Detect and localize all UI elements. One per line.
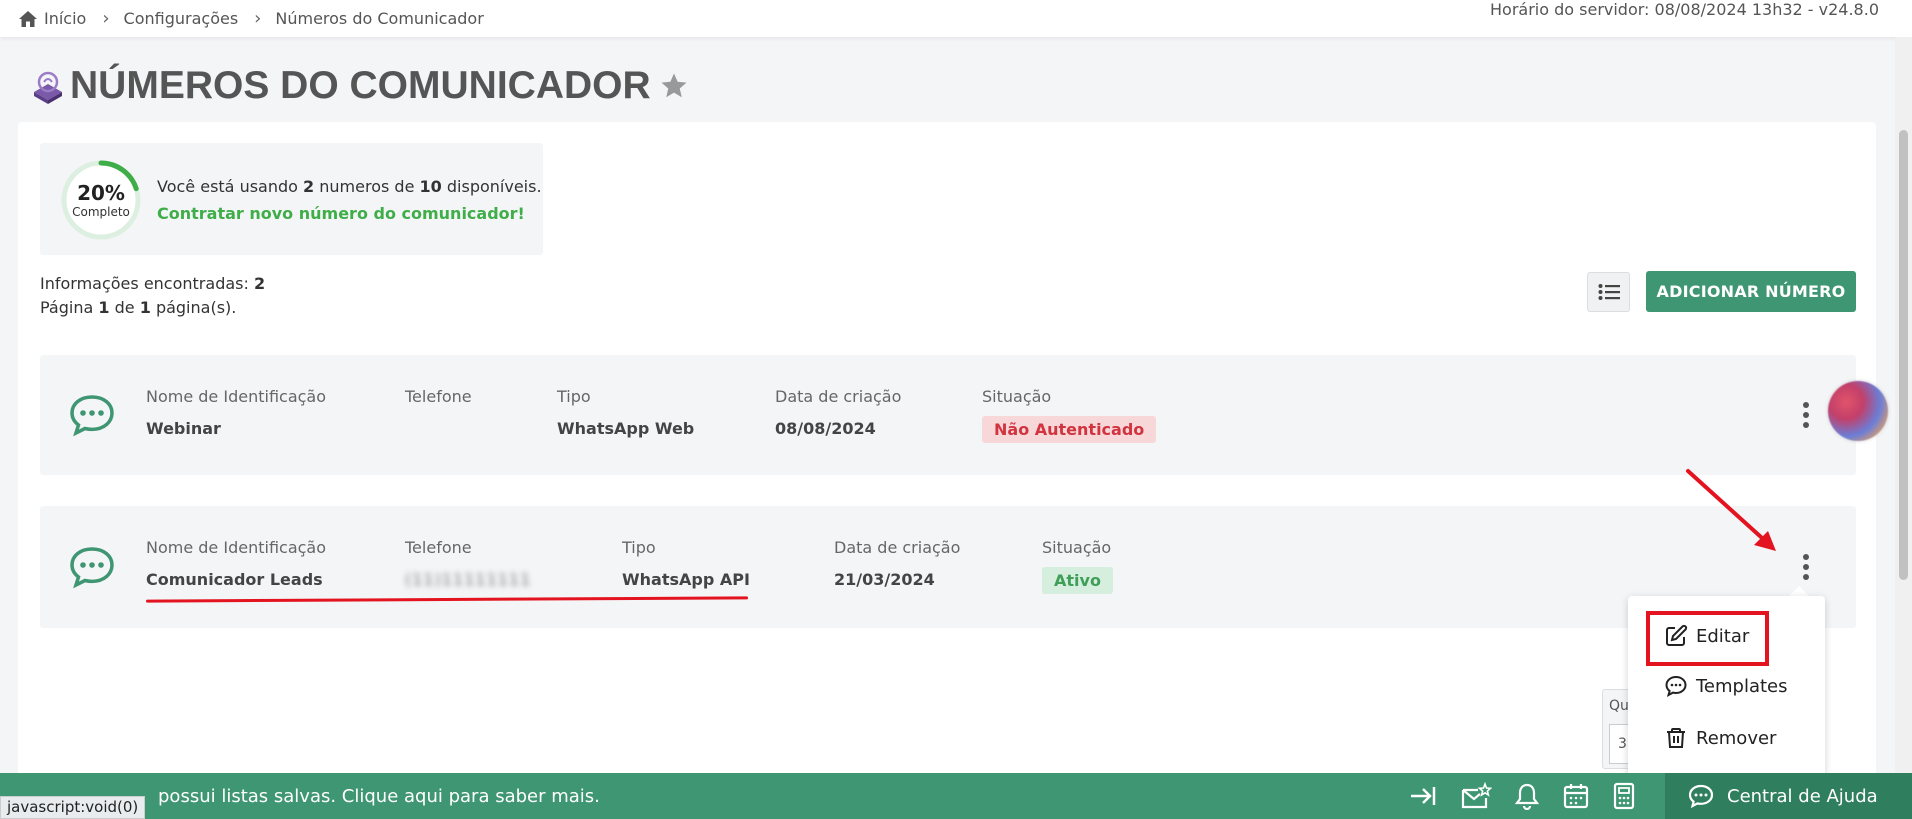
breadcrumb: Início › Configurações › Números do Comu… — [18, 8, 484, 29]
scrollbar-thumb[interactable] — [1899, 130, 1908, 580]
calculator-icon[interactable] — [1612, 782, 1636, 810]
field-phone: Telefone — [405, 387, 472, 406]
number-name: Webinar — [146, 419, 221, 438]
number-created: 08/08/2024 — [775, 419, 876, 438]
usage-percent: 20% — [77, 181, 125, 205]
chat-bubble-icon — [70, 547, 114, 589]
number-name: Comunicador Leads — [146, 570, 323, 589]
breadcrumb-current: Números do Comunicador — [275, 9, 484, 28]
chevron-right-icon: › — [254, 8, 262, 29]
breadcrumb-home-label: Início — [44, 9, 87, 28]
menu-item-templates[interactable]: Templates — [1664, 674, 1788, 698]
field-status: Situação Ativo — [1042, 538, 1113, 594]
breadcrumb-settings[interactable]: Configurações — [124, 9, 239, 28]
breadcrumb-home[interactable]: Início — [18, 9, 86, 28]
mail-star-icon[interactable] — [1460, 782, 1492, 810]
list-icon — [1598, 284, 1620, 300]
usage-used-count: 2 — [303, 177, 315, 196]
page-current: 1 — [98, 298, 110, 317]
page-total: 1 — [139, 298, 151, 317]
number-type: WhatsApp API — [622, 570, 750, 589]
found-label: Informações encontradas: — [40, 274, 249, 293]
bottom-toolbar — [1408, 773, 1636, 819]
found-count: 2 — [253, 274, 266, 293]
menu-item-templates-label: Templates — [1696, 675, 1788, 697]
bell-icon[interactable] — [1514, 782, 1540, 810]
server-time: Horário do servidor: 08/08/2024 13h32 - … — [1490, 0, 1879, 19]
chat-dots-icon — [1665, 675, 1687, 697]
star-icon[interactable] — [659, 71, 689, 101]
table-row: Nome de Identificação Comunicador Leads … — [40, 506, 1856, 628]
usage-total-count: 10 — [419, 177, 442, 196]
field-name: Nome de Identificação Comunicador Leads — [146, 538, 327, 589]
row-actions-button[interactable] — [1796, 549, 1816, 585]
usage-complete-label: Completo — [72, 205, 130, 219]
field-phone: Telefone (11)11111111 — [405, 538, 532, 589]
add-number-button[interactable]: ADICIONAR NÚMERO — [1646, 271, 1856, 312]
number-created: 21/03/2024 — [834, 570, 935, 589]
page-header: NÚMEROS DO COMUNICADOR — [30, 64, 689, 108]
row-actions-button[interactable] — [1796, 397, 1816, 433]
annotation-highlight-box — [1646, 611, 1769, 666]
help-center-label: Central de Ajuda — [1727, 785, 1878, 807]
list-view-button[interactable] — [1587, 272, 1630, 312]
hire-number-link[interactable]: Contratar novo número do comunicador! — [157, 204, 525, 223]
annotation-arrow — [1686, 469, 1776, 551]
page-title: NÚMEROS DO COMUNICADOR — [70, 64, 651, 107]
dropdown-pointer — [1789, 586, 1809, 596]
field-created: Data de criação 21/03/2024 — [834, 538, 961, 589]
usage-summary: 20% Completo Você está usando 2 numeros … — [40, 143, 543, 255]
status-badge: Ativo — [1042, 567, 1113, 594]
trash-icon — [1667, 728, 1685, 748]
field-type: Tipo WhatsApp Web — [557, 387, 695, 438]
number-type: WhatsApp Web — [557, 419, 695, 438]
number-phone: (11)11111111 — [405, 570, 532, 589]
field-name: Nome de Identificação Webinar — [146, 387, 327, 438]
bottom-bar: possui listas salvas. Clique aqui para s… — [0, 773, 1912, 819]
results-info: Informações encontradas: 2 Página 1 de 1… — [40, 274, 266, 317]
calendar-icon[interactable] — [1562, 782, 1590, 810]
help-center-button[interactable]: Central de Ajuda — [1665, 773, 1912, 819]
saved-lists-message[interactable]: possui listas salvas. Clique aqui para s… — [158, 786, 600, 807]
top-bar: Início › Configurações › Números do Comu… — [0, 0, 1912, 37]
user-avatar[interactable] — [1828, 381, 1888, 441]
field-type: Tipo WhatsApp API — [622, 538, 750, 589]
menu-item-remove-label: Remover — [1696, 727, 1777, 749]
field-created: Data de criação 08/08/2024 — [775, 387, 902, 438]
collapse-right-icon[interactable] — [1408, 783, 1438, 809]
status-url: javascript:void(0) — [0, 796, 146, 819]
field-status: Situação Não Autenticado — [982, 387, 1157, 443]
table-row: Nome de Identificação Webinar Telefone T… — [40, 355, 1856, 475]
usage-text: Você está usando 2 numeros de 10 disponí… — [157, 177, 542, 196]
usage-gauge: 20% Completo — [60, 159, 142, 241]
chat-bubble-icon — [70, 395, 114, 437]
menu-item-remove[interactable]: Remover — [1664, 726, 1776, 750]
home-icon — [19, 10, 37, 27]
chat-help-icon — [1688, 784, 1714, 809]
status-badge: Não Autenticado — [982, 416, 1157, 443]
communicator-logo-icon — [34, 71, 62, 104]
chevron-right-icon: › — [102, 8, 110, 29]
